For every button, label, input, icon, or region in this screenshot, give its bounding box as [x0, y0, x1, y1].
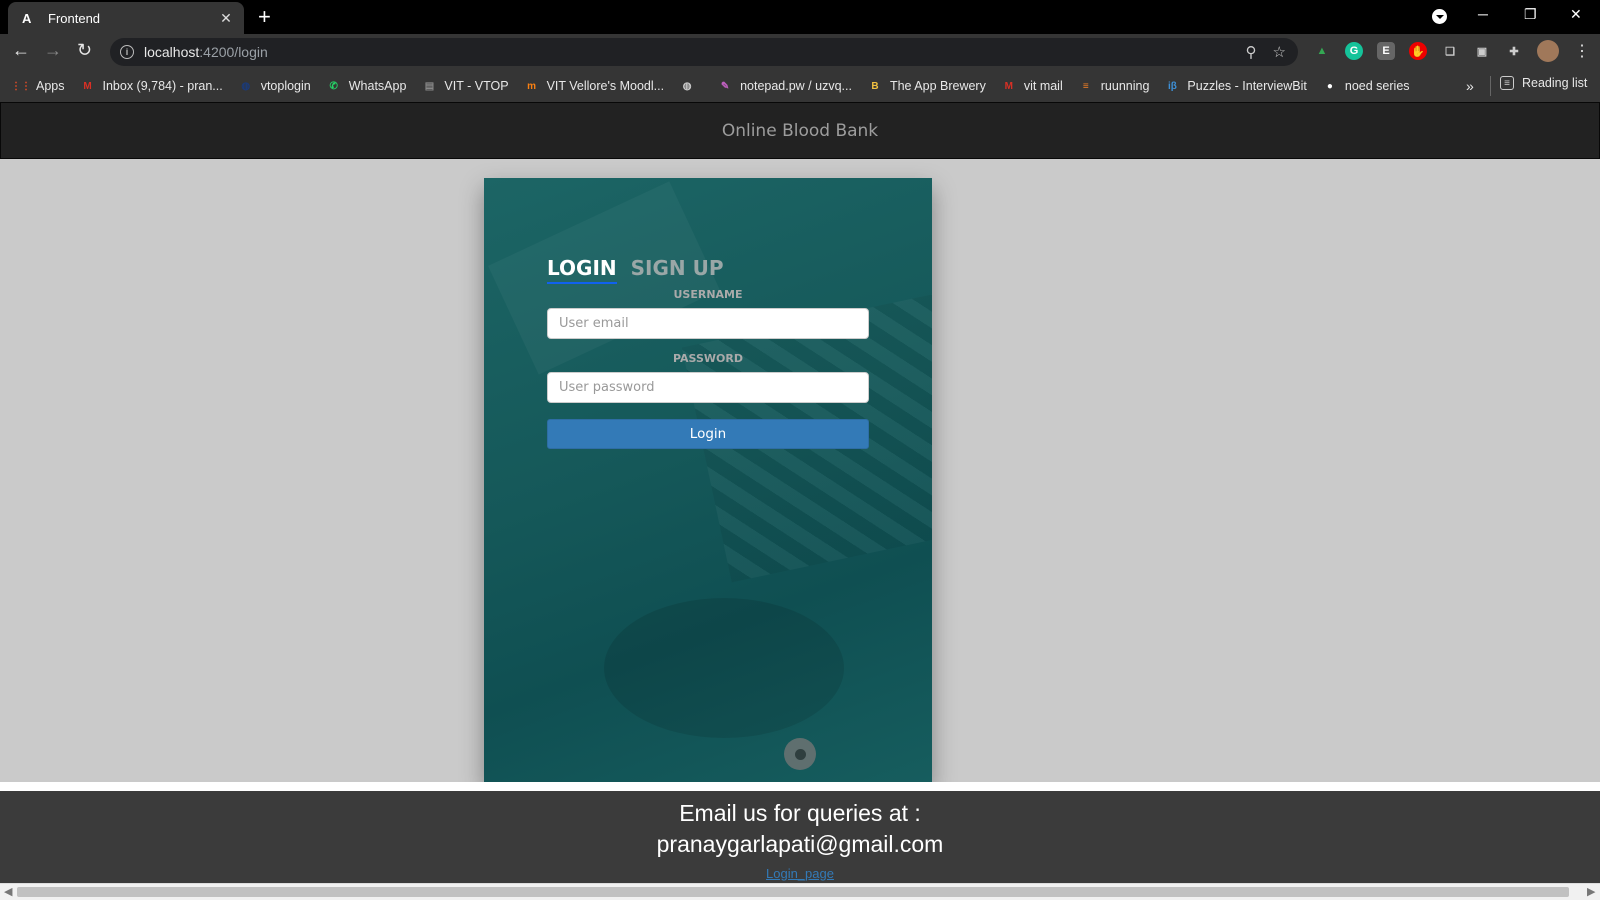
login-button[interactable]: Login	[547, 419, 869, 449]
globe-icon: ◍	[682, 80, 692, 92]
tab-login[interactable]: LOGIN	[547, 256, 617, 284]
copy-extension-icon[interactable]: ❏	[1441, 42, 1459, 60]
gmail-icon: M	[1004, 80, 1014, 92]
tab-title: Frontend	[48, 10, 101, 26]
bookmarks-divider	[1490, 76, 1491, 96]
browser-toolbar: ← → ↻ i localhost:4200/login ⚲ ☆ ▲ G E ✋…	[0, 34, 1600, 70]
browser-tab[interactable]: A Frontend ✕	[8, 2, 244, 34]
stackoverflow-icon: ≡	[1082, 80, 1089, 92]
angular-favicon-icon: A	[22, 10, 32, 26]
profile-avatar[interactable]	[1537, 40, 1559, 62]
bookmark-item[interactable]: B The App Brewery	[868, 79, 986, 93]
back-icon[interactable]: ←	[12, 40, 30, 61]
github-icon: ●	[1326, 80, 1333, 92]
bookmark-item[interactable]: ✎ notepad.pw / uzvq...	[718, 79, 852, 93]
bookmark-item[interactable]: ✆ WhatsApp	[327, 79, 407, 93]
vtop-icon: ▤	[424, 80, 435, 92]
reading-list-label: Reading list	[1522, 76, 1588, 90]
reload-icon[interactable]: ↻	[77, 40, 92, 61]
bookmark-item[interactable]: ⋮⋮ Apps	[11, 79, 65, 93]
login-card: LOGIN SIGN UP USERNAME PASSWORD Login	[484, 178, 932, 782]
forward-icon[interactable]: →	[44, 40, 62, 61]
bookmark-item[interactable]: M Inbox (9,784) - pran...	[81, 79, 223, 93]
media-icon[interactable]: ▣	[1473, 42, 1491, 60]
footer-login-link[interactable]: Login_page	[766, 866, 834, 881]
apps-grid-icon: ⋮⋮	[11, 80, 31, 92]
bookmark-item[interactable]: ● noed series	[1323, 79, 1410, 93]
reading-list-icon: ≡	[1500, 76, 1514, 90]
bookmark-item[interactable]: m VIT Vellore's Moodl...	[525, 79, 665, 93]
stop-hand-icon[interactable]: ✋	[1409, 42, 1427, 60]
extensions-puzzle-icon[interactable]: ✚	[1505, 42, 1523, 60]
bookmark-item[interactable]: iβ Puzzles - InterviewBit	[1165, 79, 1307, 93]
extension-e-icon[interactable]: E	[1377, 42, 1395, 60]
notepad-icon: ✎	[720, 80, 730, 92]
close-tab-icon[interactable]: ✕	[218, 10, 234, 27]
browser-tabstrip: A Frontend ✕ + ─ ❐ ✕	[0, 0, 1600, 34]
app-brand[interactable]: Online Blood Bank	[722, 121, 878, 141]
zoom-icon[interactable]: ⚲	[1246, 43, 1257, 61]
scrollbar-thumb[interactable]	[17, 887, 1569, 897]
bookmark-label: VIT - VTOP	[444, 79, 509, 93]
bookmark-label: The App Brewery	[889, 79, 986, 93]
whatsapp-icon: ✆	[329, 80, 338, 92]
restore-icon[interactable]: ❐	[1524, 6, 1537, 23]
username-input[interactable]	[547, 308, 869, 339]
more-bookmarks-icon[interactable]: »	[1466, 78, 1474, 94]
bookmark-item[interactable]: ▤ VIT - VTOP	[422, 79, 509, 93]
bookmark-label: vtoplogin	[260, 79, 311, 93]
bookmark-label: Apps	[36, 79, 65, 93]
reading-list-button[interactable]: ≡ Reading list	[1500, 76, 1587, 90]
page-viewport: Online Blood Bank LOGIN SIGN UP USERNAME…	[0, 102, 1600, 900]
bookmark-item[interactable]: ◍	[680, 79, 702, 93]
footer-email: pranaygarlapati@gmail.com	[656, 831, 944, 857]
site-info-icon[interactable]: i	[120, 45, 134, 59]
scroll-left-icon[interactable]: ◀	[4, 885, 12, 898]
username-label: USERNAME	[673, 288, 743, 301]
password-input[interactable]	[547, 372, 869, 403]
bookmark-star-icon[interactable]: ☆	[1273, 43, 1286, 61]
tab-search-icon[interactable]	[1432, 9, 1447, 24]
bookmark-label: Inbox (9,784) - pran...	[102, 79, 223, 93]
chrome-menu-icon[interactable]: ⋮	[1574, 41, 1590, 61]
bookmark-label: VIT Vellore's Moodl...	[546, 79, 665, 93]
bookmark-label: WhatsApp	[348, 79, 407, 93]
horizontal-scrollbar[interactable]: ◀ ▶	[0, 883, 1600, 900]
bookmark-item[interactable]: ◍ vtoplogin	[239, 79, 311, 93]
bookmark-label: vit mail	[1023, 79, 1063, 93]
tab-signup[interactable]: SIGN UP	[631, 256, 724, 284]
globe-icon: ◍	[241, 80, 251, 92]
grammarly-icon[interactable]: G	[1345, 42, 1363, 60]
close-window-icon[interactable]: ✕	[1570, 6, 1582, 23]
bookmark-label: notepad.pw / uzvq...	[740, 79, 852, 93]
gmail-icon: M	[83, 80, 92, 92]
bookmark-label: Puzzles - InterviewBit	[1187, 79, 1307, 93]
url-text[interactable]: localhost:4200/login	[144, 44, 268, 60]
bookmark-label: ruunning	[1100, 79, 1150, 93]
scroll-indicator-icon[interactable]	[784, 738, 816, 770]
app-brewery-icon: B	[871, 80, 879, 92]
app-navbar: Online Blood Bank	[0, 102, 1600, 159]
minimize-icon[interactable]: ─	[1478, 6, 1488, 22]
footer-divider	[0, 782, 1600, 791]
bookmark-label: noed series	[1344, 79, 1410, 93]
google-drive-icon[interactable]: ▲	[1313, 42, 1331, 60]
scroll-right-icon[interactable]: ▶	[1587, 885, 1595, 898]
interviewbit-icon: iβ	[1167, 80, 1177, 92]
bookmark-item[interactable]: ≡ ruunning	[1079, 79, 1150, 93]
address-bar[interactable]: i localhost:4200/login ⚲ ☆	[110, 38, 1298, 66]
password-label: PASSWORD	[672, 352, 743, 365]
moodle-icon: m	[527, 80, 537, 92]
footer-text: Email us for queries at :	[679, 800, 921, 826]
auth-tabs: LOGIN SIGN UP	[547, 256, 724, 284]
bookmarks-bar: ⋮⋮ Apps M Inbox (9,784) - pran... ◍ vtoplogin…	[0, 70, 1600, 102]
bookmark-item[interactable]: Mvit mail	[1002, 79, 1063, 93]
new-tab-icon[interactable]: +	[258, 4, 271, 30]
